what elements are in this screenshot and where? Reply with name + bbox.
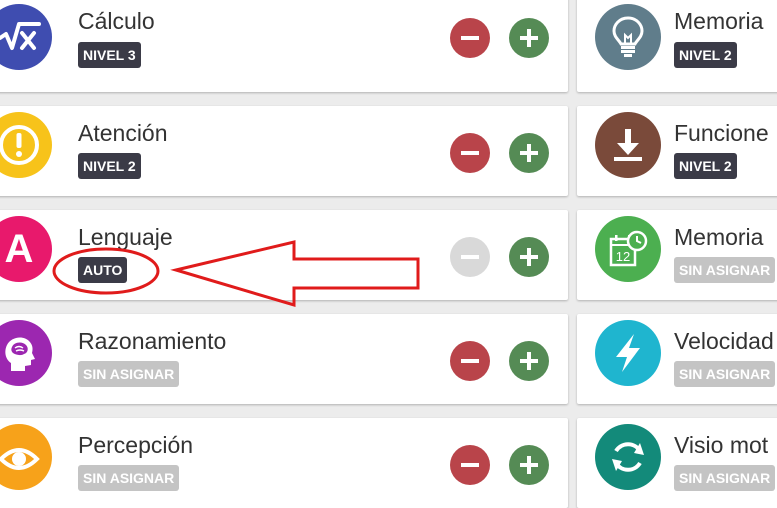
square-root-icon bbox=[0, 4, 52, 70]
eye-icon bbox=[0, 424, 52, 490]
level-badge: SIN ASIGNAR bbox=[674, 361, 776, 387]
level-badge: SIN ASIGNAR bbox=[78, 361, 180, 387]
level-badge: SIN ASIGNAR bbox=[674, 465, 776, 491]
module-card-calculo: Cálculo NIVEL 3 bbox=[0, 0, 568, 92]
minus-icon bbox=[461, 463, 479, 467]
module-card-razonamiento: Razonamiento SIN ASIGNAR bbox=[0, 314, 568, 404]
module-card-memoria-2: 12 Memoria SIN ASIGNAR bbox=[577, 210, 777, 300]
module-title: Memoria bbox=[674, 224, 764, 250]
decrease-level-button[interactable] bbox=[450, 341, 490, 381]
module-title: Memoria bbox=[674, 8, 764, 34]
level-badge: NIVEL 2 bbox=[78, 153, 141, 179]
exclamation-icon bbox=[0, 112, 52, 178]
level-badge: SIN ASIGNAR bbox=[78, 465, 180, 491]
increase-level-button[interactable] bbox=[509, 133, 549, 173]
increase-level-button[interactable] bbox=[509, 445, 549, 485]
rotate-arrows-icon bbox=[595, 424, 661, 490]
level-badge: NIVEL 2 bbox=[674, 153, 737, 179]
auto-badge: AUTO bbox=[78, 257, 128, 283]
level-badge: NIVEL 3 bbox=[78, 42, 141, 68]
letter-a-icon: A bbox=[0, 216, 52, 282]
decrease-level-button[interactable] bbox=[450, 133, 490, 173]
plus-icon bbox=[520, 456, 538, 474]
level-badge: SIN ASIGNAR bbox=[674, 257, 776, 283]
decrease-level-button[interactable] bbox=[450, 237, 490, 277]
module-card-funciones: Funcione NIVEL 2 bbox=[577, 106, 777, 196]
plus-icon bbox=[520, 248, 538, 266]
increase-level-button[interactable] bbox=[509, 341, 549, 381]
module-title: Razonamiento bbox=[78, 328, 227, 354]
download-icon bbox=[595, 112, 661, 178]
module-title: Cálculo bbox=[78, 8, 155, 34]
minus-icon bbox=[461, 359, 479, 363]
brain-head-icon bbox=[0, 320, 52, 386]
lightning-icon bbox=[595, 320, 661, 386]
module-title: Velocidad bbox=[674, 328, 774, 354]
module-card-memoria: Memoria NIVEL 2 bbox=[577, 0, 777, 92]
minus-icon bbox=[461, 151, 479, 155]
module-card-velocidad: Velocidad SIN ASIGNAR bbox=[577, 314, 777, 404]
calendar-day: 12 bbox=[616, 249, 630, 264]
lightbulb-icon bbox=[595, 4, 661, 70]
module-card-percepcion: Percepción SIN ASIGNAR bbox=[0, 418, 568, 508]
module-card-visio: Visio mot SIN ASIGNAR bbox=[577, 418, 777, 508]
module-title: Lenguaje bbox=[78, 224, 173, 250]
module-title: Percepción bbox=[78, 432, 194, 458]
module-card-lenguaje: A Lenguaje AUTO bbox=[0, 210, 568, 300]
level-badge: NIVEL 2 bbox=[674, 42, 737, 68]
module-title: Atención bbox=[78, 120, 168, 146]
plus-icon bbox=[520, 352, 538, 370]
plus-icon bbox=[520, 29, 538, 47]
calendar-clock-icon: 12 bbox=[595, 216, 661, 282]
increase-level-button[interactable] bbox=[509, 237, 549, 277]
decrease-level-button[interactable] bbox=[450, 18, 490, 58]
decrease-level-button[interactable] bbox=[450, 445, 490, 485]
module-title: Funcione bbox=[674, 120, 769, 146]
minus-icon bbox=[461, 36, 479, 40]
plus-icon bbox=[520, 144, 538, 162]
module-card-atencion: Atención NIVEL 2 bbox=[0, 106, 568, 196]
minus-icon bbox=[461, 255, 479, 259]
module-title: Visio mot bbox=[674, 432, 769, 458]
increase-level-button[interactable] bbox=[509, 18, 549, 58]
